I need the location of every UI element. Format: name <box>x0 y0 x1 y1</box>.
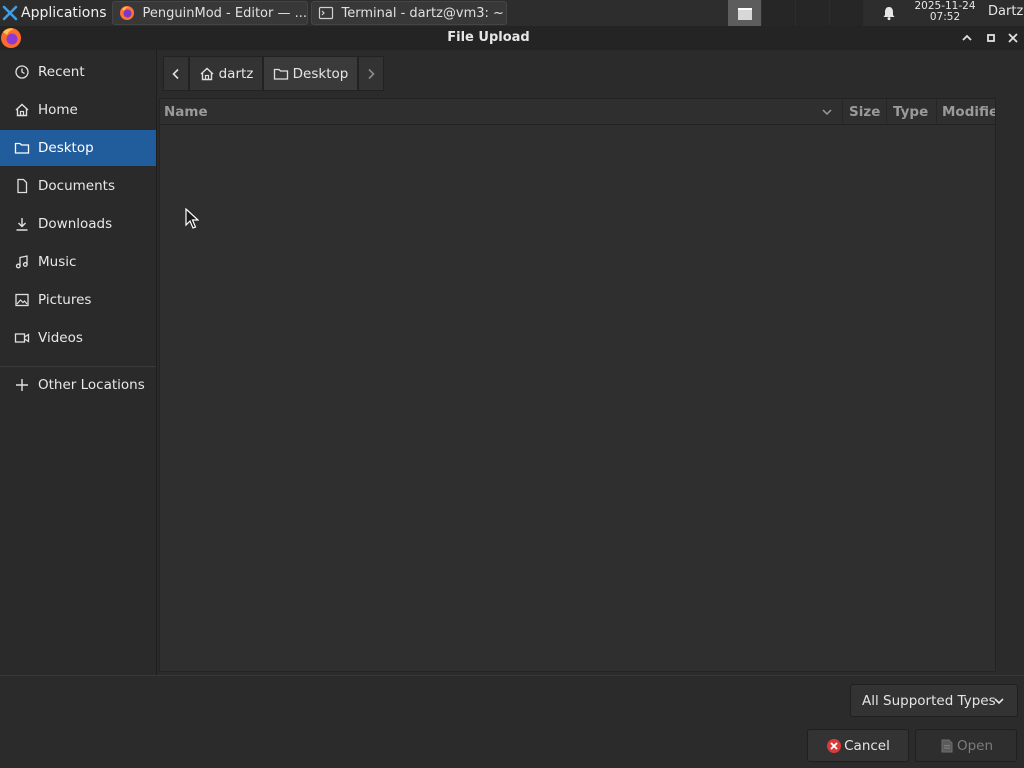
sidebar-item-downloads[interactable]: Downloads <box>0 206 156 242</box>
dialog-titlebar: File Upload <box>0 26 1024 50</box>
sidebar-item-other-locations[interactable]: Other Locations <box>0 367 156 403</box>
path-crumb-label: dartz <box>218 65 254 82</box>
taskbar-task-penguinmod[interactable]: PenguinMod - Editor — ... <box>111 1 308 25</box>
sidebar-item-music[interactable]: Music <box>0 244 156 280</box>
sidebar-item-label: Pictures <box>38 292 92 308</box>
workspace-2[interactable] <box>762 0 796 26</box>
open-button-label: Open <box>956 737 994 754</box>
clock-time: 07:52 <box>929 11 961 23</box>
plus-icon <box>16 379 28 391</box>
cancel-button-label: Cancel <box>844 737 890 754</box>
sidebar-item-label: Other Locations <box>38 377 145 393</box>
home-icon <box>15 103 29 117</box>
workspace-switcher[interactable] <box>728 0 864 26</box>
column-header-label: Modifie <box>942 103 995 120</box>
download-icon <box>16 218 28 231</box>
applications-menu-icon <box>2 5 18 21</box>
notification-bell-icon[interactable] <box>881 5 897 21</box>
taskbar-task-label: Terminal - dartz@vm3: ~ <box>341 5 504 21</box>
path-back-button[interactable] <box>163 56 189 91</box>
chevron-down-icon <box>822 109 832 116</box>
workspace-1[interactable] <box>728 0 762 26</box>
cancel-button[interactable]: Cancel <box>807 729 909 762</box>
close-icon[interactable] <box>1006 31 1020 45</box>
sidebar-item-label: Downloads <box>38 216 113 232</box>
sidebar-item-label: Recent <box>38 64 85 80</box>
sidebar-item-label: Home <box>38 102 78 118</box>
user-menu[interactable]: Dartz <box>988 4 1023 19</box>
sidebar-item-label: Videos <box>38 330 83 346</box>
column-header-label: Size <box>849 103 881 120</box>
picture-icon <box>15 293 29 307</box>
places-sidebar: Recent Home Desktop Documents Downloads … <box>0 50 157 675</box>
folder-icon <box>14 142 30 154</box>
chevron-up-icon[interactable] <box>960 31 974 45</box>
path-crumb-label: Desktop <box>292 65 349 82</box>
document-icon <box>17 178 28 194</box>
applications-menu-label: Applications <box>21 5 107 21</box>
chevron-down-icon <box>994 698 1004 705</box>
home-icon <box>200 67 214 80</box>
sidebar-item-pictures[interactable]: Pictures <box>0 282 156 318</box>
workspace-3[interactable] <box>796 0 830 26</box>
file-type-filter-dropdown[interactable]: All Supported Types <box>850 684 1018 717</box>
open-icon <box>941 739 953 752</box>
sidebar-item-documents[interactable]: Documents <box>0 168 156 204</box>
applications-menu[interactable]: Applications <box>0 0 109 26</box>
column-header-type[interactable]: Type <box>886 99 936 125</box>
path-crumb-desktop[interactable]: Desktop <box>263 56 358 91</box>
folder-icon <box>273 68 288 80</box>
sidebar-item-label: Desktop <box>38 140 94 156</box>
terminal-icon <box>318 6 333 20</box>
sidebar-item-recent[interactable]: Recent <box>0 54 156 90</box>
path-forward-button[interactable] <box>358 56 384 91</box>
chevron-right-icon <box>368 68 375 79</box>
workspace-4[interactable] <box>830 0 864 26</box>
clock[interactable]: 2025-11-24 07:52 <box>906 1 984 23</box>
firefox-icon <box>119 6 134 20</box>
path-crumb-home[interactable]: dartz <box>189 56 263 91</box>
mouse-cursor-icon <box>185 208 199 229</box>
maximize-icon[interactable] <box>984 31 998 45</box>
column-header-label: Name <box>164 103 208 120</box>
sidebar-item-videos[interactable]: Videos <box>0 320 156 356</box>
sidebar-item-label: Music <box>38 254 77 270</box>
column-header-name[interactable]: Name <box>160 99 842 125</box>
taskbar: Applications PenguinMod - Editor — ... T… <box>0 0 1024 26</box>
sidebar-item-home[interactable]: Home <box>0 92 156 128</box>
chevron-left-icon <box>172 68 179 79</box>
column-header-modified[interactable]: Modifie <box>936 99 995 125</box>
column-header-label: Type <box>893 103 929 120</box>
sidebar-item-desktop[interactable]: Desktop <box>0 130 156 166</box>
file-type-filter-label: All Supported Types <box>862 692 996 709</box>
video-icon <box>14 333 30 343</box>
file-list[interactable]: Name Size Type Modifie <box>159 98 996 672</box>
music-icon <box>15 255 28 269</box>
sidebar-item-label: Documents <box>38 178 115 194</box>
taskbar-task-label: PenguinMod - Editor — ... <box>142 5 307 21</box>
dialog-footer: All Supported Types Cancel Open <box>0 675 1024 768</box>
open-button[interactable]: Open <box>915 729 1017 762</box>
column-header-size[interactable]: Size <box>842 99 886 125</box>
clock-icon <box>15 65 29 79</box>
path-bar: dartz Desktop <box>163 56 384 91</box>
taskbar-task-terminal[interactable]: Terminal - dartz@vm3: ~ <box>310 1 507 25</box>
cancel-icon <box>827 738 842 753</box>
dialog-title: File Upload <box>447 30 530 45</box>
